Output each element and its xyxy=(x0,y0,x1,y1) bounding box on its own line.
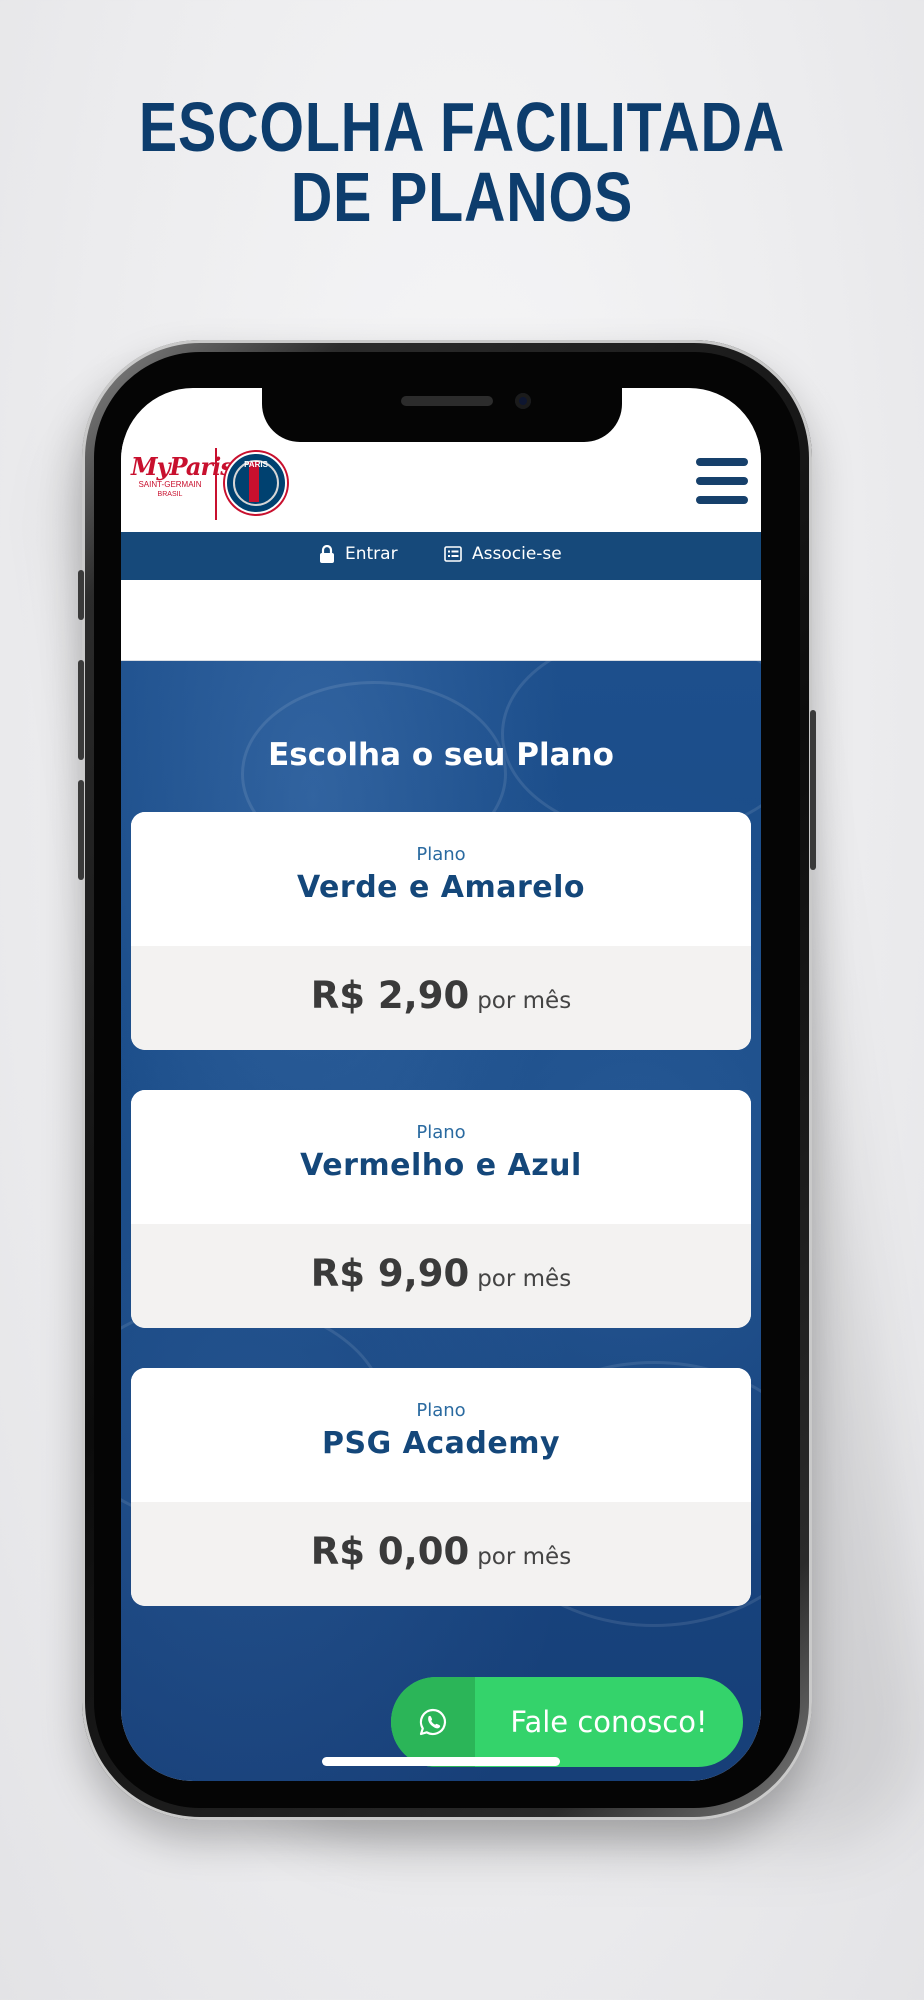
earpiece-speaker xyxy=(401,396,493,406)
mute-switch xyxy=(78,570,84,620)
plan-kicker: Plano xyxy=(416,1400,466,1421)
login-label: Entrar xyxy=(345,544,398,564)
myparis-logo[interactable]: MyParis SAINT-GERMAIN BRASIL xyxy=(131,452,234,516)
plan-card-price: R$ 2,90 por mês xyxy=(131,946,751,1050)
signup-label: Associe-se xyxy=(472,544,562,564)
volume-down-button xyxy=(78,780,84,880)
plan-period: por mês xyxy=(477,1544,572,1570)
plans-section: Escolha o seu Plano Plano Verde e Amarel… xyxy=(121,631,761,1781)
plan-card[interactable]: Plano PSG Academy R$ 0,00 por mês xyxy=(131,1368,751,1606)
plan-name: Verde e Amarelo xyxy=(296,870,586,905)
headline-line-2: DE PLANOS xyxy=(290,158,634,236)
login-link[interactable]: Entrar xyxy=(319,544,398,564)
plan-price: R$ 0,00 xyxy=(310,1530,470,1573)
section-title: Escolha o seu Plano xyxy=(268,737,614,773)
myparis-logo-country: BRASIL xyxy=(157,491,183,498)
plan-card[interactable]: Plano Vermelho e Azul R$ 9,90 por mês xyxy=(131,1090,751,1328)
whatsapp-icon xyxy=(419,1708,447,1736)
page-headline: ESCOLHA FACILITADA DE PLANOS xyxy=(83,92,841,232)
app-header: MyParis SAINT-GERMAIN BRASIL PARIS xyxy=(121,440,761,532)
plan-price: R$ 2,90 xyxy=(310,974,470,1017)
plan-price: R$ 9,90 xyxy=(310,1252,470,1295)
plan-card-price: R$ 0,00 por mês xyxy=(131,1502,751,1606)
background-texture xyxy=(501,631,761,837)
plan-card[interactable]: Plano Verde e Amarelo R$ 2,90 por mês xyxy=(131,812,751,1050)
logo-divider xyxy=(215,448,217,520)
plan-card-price: R$ 9,90 por mês xyxy=(131,1224,751,1328)
lock-icon xyxy=(320,545,334,563)
whatsapp-icon-wrap xyxy=(391,1677,475,1767)
whatsapp-contact-button[interactable]: Fale conosco! xyxy=(391,1677,743,1767)
plan-card-header: Plano Verde e Amarelo xyxy=(131,812,751,946)
volume-up-button xyxy=(78,660,84,760)
front-camera xyxy=(515,393,531,409)
list-icon xyxy=(444,546,462,562)
account-bar: Entrar Associe-se xyxy=(121,532,761,580)
myparis-logo-sub: SAINT-GERMAIN xyxy=(138,480,202,489)
hamburger-menu-icon[interactable] xyxy=(696,458,748,504)
whatsapp-label: Fale conosco! xyxy=(510,1705,708,1739)
headline-line-1: ESCOLHA FACILITADA xyxy=(138,88,786,166)
plan-period: por mês xyxy=(477,1266,572,1292)
price-line: R$ 0,00 por mês xyxy=(131,1530,751,1573)
home-indicator[interactable] xyxy=(322,1757,560,1766)
phone-notch xyxy=(262,386,622,442)
power-button xyxy=(810,710,816,870)
crest-text: PARIS xyxy=(244,460,268,469)
plan-card-header: Plano PSG Academy xyxy=(131,1368,751,1502)
plan-kicker: Plano xyxy=(416,844,466,865)
myparis-logo-text: MyParis xyxy=(131,452,234,481)
plan-name: Vermelho e Azul xyxy=(300,1148,582,1183)
plan-name: PSG Academy xyxy=(321,1426,561,1461)
phone-screen: MyParis SAINT-GERMAIN BRASIL PARIS Entra… xyxy=(121,388,761,1781)
plan-kicker: Plano xyxy=(416,1122,466,1143)
plan-period: por mês xyxy=(477,988,572,1014)
price-line: R$ 2,90 por mês xyxy=(131,974,751,1017)
signup-link[interactable]: Associe-se xyxy=(444,544,562,564)
psg-crest-logo: PARIS xyxy=(225,452,287,514)
plan-card-header: Plano Vermelho e Azul xyxy=(131,1090,751,1224)
price-line: R$ 9,90 por mês xyxy=(131,1252,751,1295)
